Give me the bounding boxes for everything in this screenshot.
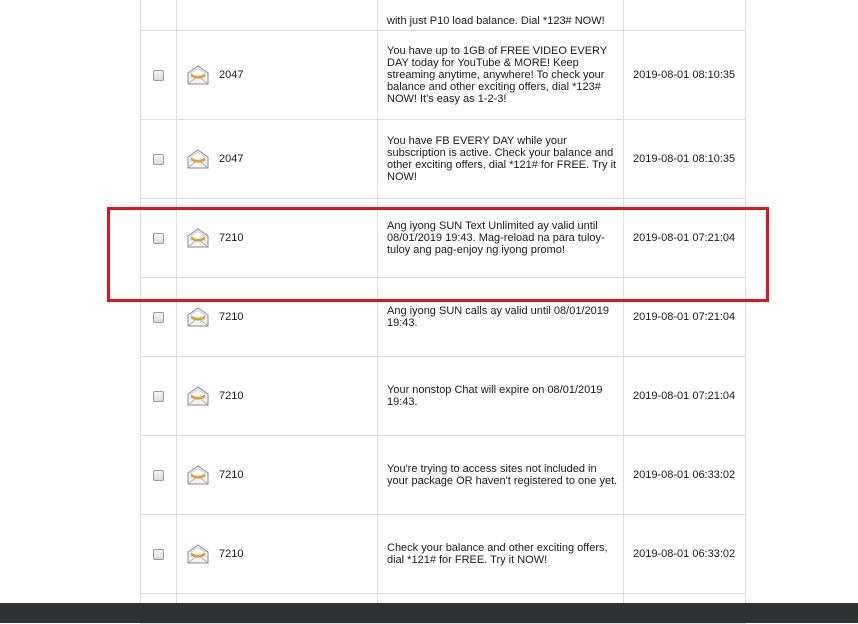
message-timestamp: 2019-08-01 07:21:04 <box>633 232 736 244</box>
message-text: Ang iyong SUN Text Unlimited ay valid un… <box>387 220 605 256</box>
message-timestamp: 2019-08-01 07:21:04 <box>633 390 736 402</box>
select-cell <box>140 356 177 436</box>
select-cell <box>140 277 177 357</box>
row-checkbox[interactable] <box>153 390 164 402</box>
sender-cell: 7210 <box>176 356 378 436</box>
message-text: Your nonstop Chat will expire on 08/01/2… <box>387 384 603 408</box>
bottom-bar <box>0 603 858 623</box>
select-cell <box>140 0 177 31</box>
message-row[interactable]: 2047 You have up to 1GB of FREE VIDEO EV… <box>140 30 746 120</box>
row-checkbox[interactable] <box>153 69 164 81</box>
select-cell <box>140 435 177 515</box>
timestamp-cell: 2019-08-01 07:21:04 <box>623 198 746 278</box>
sender-cell: 7210 <box>176 198 378 278</box>
message-cell: You're trying to access sites not includ… <box>377 435 624 515</box>
message-row[interactable]: with just P10 load balance. Dial *123# N… <box>140 0 746 31</box>
message-text: You have up to 1GB of FREE VIDEO EVERY D… <box>387 45 607 105</box>
envelope-open-icon <box>187 228 209 248</box>
message-row[interactable]: 7210 Check your balance and other exciti… <box>140 514 746 594</box>
envelope-open-icon <box>187 65 209 85</box>
timestamp-cell: 2019-08-01 07:21:04 <box>623 277 746 357</box>
envelope-open-icon <box>187 386 209 406</box>
message-text: with just P10 load balance. Dial *123# N… <box>387 14 605 27</box>
message-row[interactable]: 7210 Ang iyong SUN calls ay valid until … <box>140 277 746 357</box>
sender-cell: 7210 <box>176 277 378 357</box>
row-checkbox[interactable] <box>153 153 164 165</box>
message-timestamp: 2019-08-01 08:10:35 <box>633 69 736 81</box>
sender-number: 2047 <box>219 153 244 165</box>
timestamp-cell <box>623 0 746 31</box>
message-timestamp: 2019-08-01 07:21:04 <box>633 311 736 323</box>
timestamp-cell: 2019-08-01 08:10:35 <box>623 119 746 199</box>
message-row[interactable]: 2047 You have FB EVERY DAY while your su… <box>140 119 746 199</box>
message-text: Ang iyong SUN calls ay valid until 08/01… <box>387 305 609 329</box>
sms-table-body: with just P10 load balance. Dial *123# N… <box>140 0 746 624</box>
timestamp-cell: 2019-08-01 07:21:04 <box>623 356 746 436</box>
message-cell: You have up to 1GB of FREE VIDEO EVERY D… <box>377 30 624 120</box>
select-cell <box>140 119 177 199</box>
sender-number: 7210 <box>219 311 244 323</box>
timestamp-cell: 2019-08-01 06:33:02 <box>623 514 746 594</box>
sender-number: 7210 <box>219 469 244 481</box>
row-checkbox[interactable] <box>153 548 164 560</box>
message-cell: Check your balance and other exciting of… <box>377 514 624 594</box>
message-text: Check your balance and other exciting of… <box>387 542 608 566</box>
select-cell <box>140 198 177 278</box>
timestamp-cell: 2019-08-01 06:33:02 <box>623 435 746 515</box>
envelope-open-icon <box>187 465 209 485</box>
sender-cell: 7210 <box>176 514 378 594</box>
sender-number: 7210 <box>219 390 244 402</box>
message-row[interactable]: 7210 Your nonstop Chat will expire on 08… <box>140 356 746 436</box>
row-checkbox[interactable] <box>153 311 164 323</box>
message-text: You have FB EVERY DAY while your subscri… <box>387 135 617 183</box>
row-checkbox[interactable] <box>153 232 164 244</box>
row-checkbox[interactable] <box>153 469 164 481</box>
message-cell: Your nonstop Chat will expire on 08/01/2… <box>377 356 624 436</box>
timestamp-cell: 2019-08-01 08:10:35 <box>623 30 746 120</box>
sms-inbox-table: with just P10 load balance. Dial *123# N… <box>140 0 746 624</box>
sender-cell: 2047 <box>176 30 378 120</box>
sender-cell <box>176 0 378 31</box>
message-cell: You have FB EVERY DAY while your subscri… <box>377 119 624 199</box>
message-timestamp: 2019-08-01 08:10:35 <box>633 153 736 165</box>
message-text: You're trying to access sites not includ… <box>387 463 618 487</box>
sender-cell: 2047 <box>176 119 378 199</box>
message-cell: with just P10 load balance. Dial *123# N… <box>377 0 624 31</box>
message-row[interactable]: 7210 You're trying to access sites not i… <box>140 435 746 515</box>
envelope-open-icon <box>187 544 209 564</box>
message-timestamp: 2019-08-01 06:33:02 <box>633 469 736 481</box>
envelope-open-icon <box>187 149 209 169</box>
envelope-open-icon <box>187 307 209 327</box>
message-row[interactable]: 7210 Ang iyong SUN Text Unlimited ay val… <box>140 198 746 278</box>
sender-number: 7210 <box>219 548 244 560</box>
sender-number: 2047 <box>219 69 244 81</box>
message-cell: Ang iyong SUN calls ay valid until 08/01… <box>377 277 624 357</box>
select-cell <box>140 514 177 594</box>
select-cell <box>140 30 177 120</box>
message-cell: Ang iyong SUN Text Unlimited ay valid un… <box>377 198 624 278</box>
sender-cell: 7210 <box>176 435 378 515</box>
sender-number: 7210 <box>219 232 244 244</box>
message-timestamp: 2019-08-01 06:33:02 <box>633 548 736 560</box>
